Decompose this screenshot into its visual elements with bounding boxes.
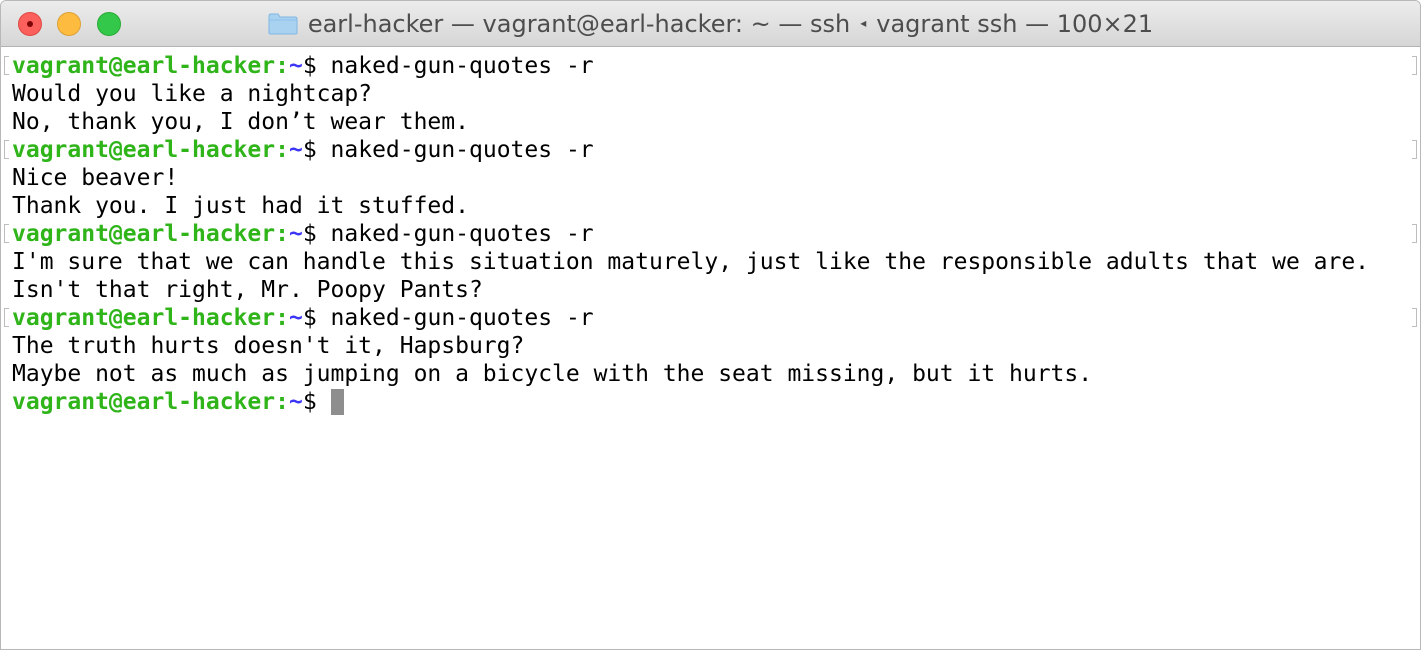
prompt-path: ~ — [288, 305, 303, 331]
output-line: I'm sure that we can handle this situati… — [12, 249, 1370, 275]
prompt-user-host: vagrant@earl-hacker — [12, 53, 276, 79]
output-line: Maybe not as much as jumping on a bicycl… — [12, 361, 1093, 387]
prompt-line: vagrant@earl-hacker:~$ naked-gun-quotes … — [1, 304, 1420, 332]
prompt-path: ~ — [288, 53, 303, 79]
title-separator-icon: ◂ — [860, 16, 867, 30]
line-mark-left — [4, 308, 9, 327]
prompt-symbol: $ — [302, 389, 317, 415]
prompt-colon: : — [275, 305, 289, 331]
prompt-colon: : — [275, 389, 289, 415]
window-title: earl-hacker — vagrant@earl-hacker: ~ — s… — [1, 1, 1420, 47]
title-bar[interactable]: earl-hacker — vagrant@earl-hacker: ~ — s… — [1, 1, 1420, 47]
output-line: Nice beaver! — [12, 165, 179, 191]
prompt-symbol: $ — [302, 137, 317, 163]
command-text: naked-gun-quotes -r — [330, 137, 594, 163]
prompt-user-host: vagrant@earl-hacker — [12, 221, 276, 247]
prompt-line: vagrant@earl-hacker:~$ naked-gun-quotes … — [1, 136, 1420, 164]
prompt-line: vagrant@earl-hacker:~$ naked-gun-quotes … — [1, 220, 1420, 248]
line-mark-right — [1412, 224, 1417, 243]
line-mark-right — [1412, 56, 1417, 75]
prompt-user-host: vagrant@earl-hacker — [12, 137, 276, 163]
line-mark-left — [4, 140, 9, 159]
terminal-cursor[interactable] — [330, 389, 344, 415]
command-text: naked-gun-quotes -r — [330, 305, 594, 331]
output-line: No, thank you, I don’t wear them. — [12, 109, 469, 135]
folder-icon — [268, 13, 298, 35]
line-mark-left — [4, 56, 9, 75]
prompt-symbol: $ — [302, 53, 317, 79]
output-line: Would you like a nightcap? — [12, 81, 373, 107]
prompt-user-host: vagrant@earl-hacker — [12, 305, 276, 331]
output-line: Thank you. I just had it stuffed. — [12, 193, 469, 219]
command-text: naked-gun-quotes -r — [330, 53, 594, 79]
prompt-colon: : — [275, 137, 289, 163]
prompt-user-host: vagrant@earl-hacker — [12, 389, 276, 415]
prompt-line: vagrant@earl-hacker:~$ naked-gun-quotes … — [1, 52, 1420, 80]
prompt-path: ~ — [288, 137, 303, 163]
prompt-path: ~ — [288, 221, 303, 247]
prompt-path: ~ — [288, 389, 303, 415]
title-left: earl-hacker — vagrant@earl-hacker: ~ — s… — [307, 10, 851, 38]
command-text: naked-gun-quotes -r — [330, 221, 594, 247]
prompt-colon: : — [275, 53, 289, 79]
terminal-window: earl-hacker — vagrant@earl-hacker: ~ — s… — [0, 0, 1421, 650]
line-mark-right — [1412, 308, 1417, 327]
output-line: The truth hurts doesn't it, Hapsburg? — [12, 333, 525, 359]
title-right: vagrant ssh — 100×21 — [876, 10, 1154, 38]
line-mark-left — [4, 224, 9, 243]
prompt-symbol: $ — [302, 305, 317, 331]
prompt-line: vagrant@earl-hacker:~$ — [1, 388, 1420, 416]
prompt-symbol: $ — [302, 221, 317, 247]
line-mark-right — [1412, 140, 1417, 159]
prompt-colon: : — [275, 221, 289, 247]
terminal-output[interactable]: vagrant@earl-hacker:~$ naked-gun-quotes … — [1, 47, 1420, 649]
output-line: Isn't that right, Mr. Poopy Pants? — [12, 277, 483, 303]
